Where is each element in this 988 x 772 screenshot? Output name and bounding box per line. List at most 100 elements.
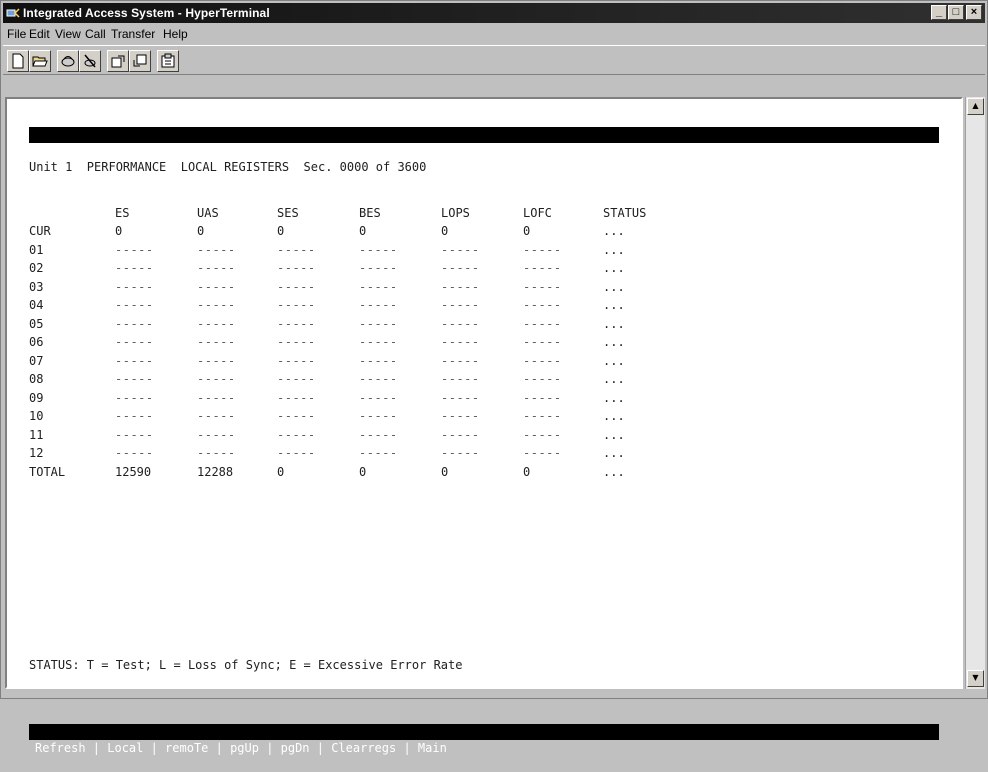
cell-lofc: 0 <box>523 224 531 238</box>
cell-ses: ----- <box>277 353 316 368</box>
cell-bes: 0 <box>359 464 367 479</box>
row-label: TOTAL <box>29 464 66 479</box>
cell-status: ... <box>603 427 625 442</box>
column-header-lops: LOPS <box>441 206 470 220</box>
menu-file[interactable]: File <box>7 27 26 41</box>
cell-es: ----- <box>115 372 154 386</box>
menu-edit[interactable]: Edit <box>29 27 50 41</box>
cell-es: ----- <box>115 335 154 349</box>
cell-status: ... <box>603 279 625 294</box>
vertical-scrollbar[interactable]: ▲ ▼ <box>965 97 985 689</box>
cell-es: ----- <box>115 427 154 442</box>
hyperterminal-window: Integrated Access System - HyperTerminal… <box>0 0 988 755</box>
cell-lofc: ----- <box>523 316 562 331</box>
cell-bes: ----- <box>359 261 398 275</box>
row-label: CUR <box>29 224 51 238</box>
title-bar[interactable]: Integrated Access System - HyperTerminal… <box>3 3 985 23</box>
properties-icon[interactable] <box>157 50 179 72</box>
performance-heading: Unit 1 PERFORMANCE LOCAL REGISTERS Sec. … <box>29 160 427 174</box>
row-label: 11 <box>29 427 44 442</box>
cell-bes: ----- <box>359 242 398 257</box>
cell-es: ----- <box>115 446 154 460</box>
cell-lofc: 0 <box>523 464 531 479</box>
cell-lofc: ----- <box>523 372 562 386</box>
row-label: 10 <box>29 409 44 423</box>
cell-ses: ----- <box>277 409 316 423</box>
command-bar-options[interactable]: Refresh | Local | remoTe | pgUp | pgDn |… <box>35 740 447 756</box>
column-header-es: ES <box>115 206 130 220</box>
hyperterminal-app-icon[interactable] <box>6 6 20 20</box>
menu-call[interactable]: Call <box>85 27 106 41</box>
close-button[interactable]: × <box>966 5 982 20</box>
row-label: 05 <box>29 316 44 331</box>
cell-uas: ----- <box>197 353 236 368</box>
cell-status: ... <box>603 446 625 460</box>
cell-uas: ----- <box>197 446 236 460</box>
cell-es: ----- <box>115 390 154 405</box>
cell-ses: ----- <box>277 446 316 460</box>
maximize-button[interactable]: □ <box>948 5 964 20</box>
cell-status: ... <box>603 335 625 349</box>
row-label: 03 <box>29 279 44 294</box>
open-icon[interactable] <box>29 50 51 72</box>
minimize-button[interactable]: _ <box>931 5 947 20</box>
cell-bes: ----- <box>359 279 398 294</box>
status-system: unknown <box>35 144 86 158</box>
column-header-bes: BES <box>359 206 381 220</box>
column-header-status: STATUS <box>603 206 647 220</box>
row-label: 01 <box>29 242 44 257</box>
cell-lops: ----- <box>441 372 480 386</box>
cell-lofc: ----- <box>523 409 562 423</box>
cell-lofc: ----- <box>523 446 562 460</box>
cell-ses: ----- <box>277 335 316 349</box>
cell-status: ... <box>603 464 625 479</box>
send-icon[interactable] <box>107 50 129 72</box>
cell-lofc: ----- <box>523 390 562 405</box>
row-label: 12 <box>29 446 44 460</box>
cell-ses: ----- <box>277 261 316 275</box>
cell-lops: ----- <box>441 353 480 368</box>
cell-es: ----- <box>115 316 154 331</box>
cell-uas: ----- <box>197 390 236 405</box>
cell-es: ----- <box>115 261 154 275</box>
cell-status: ... <box>603 409 625 423</box>
cell-uas: ----- <box>197 335 236 349</box>
menu-view[interactable]: View <box>55 27 81 41</box>
cell-lofc: ----- <box>523 335 562 349</box>
receive-icon[interactable] <box>129 50 151 72</box>
cell-status: ... <box>603 353 625 368</box>
terminal-screen[interactable]: unknown | P2/U2 HSU-366x2 Rev A0-0 Ser 0… <box>5 97 963 755</box>
cell-lofc: ----- <box>523 279 562 294</box>
cell-status: ... <box>603 390 625 405</box>
disconnect-icon[interactable] <box>79 50 101 72</box>
cell-lops: ----- <box>441 261 480 275</box>
cell-uas: ----- <box>197 261 236 275</box>
cell-bes: ----- <box>359 446 398 460</box>
cell-es: ----- <box>115 298 154 312</box>
cell-status: ... <box>603 242 625 257</box>
cell-lofc: ----- <box>523 242 562 257</box>
cell-uas: ----- <box>197 298 236 312</box>
cell-uas: ----- <box>197 427 236 442</box>
cell-bes: 0 <box>359 224 367 238</box>
scroll-up-icon[interactable]: ▲ <box>967 98 984 115</box>
cell-bes: ----- <box>359 390 398 405</box>
column-header-lofc: LOFC <box>523 206 552 220</box>
scroll-down-icon[interactable]: ▼ <box>967 670 984 687</box>
status-datetime: 10-04-99 17:53 <box>785 224 887 238</box>
cell-uas: ----- <box>197 409 236 423</box>
cell-lops: ----- <box>441 390 480 405</box>
cell-ses: 0 <box>277 464 285 479</box>
menu-help[interactable]: Help <box>163 27 188 41</box>
cell-lofc: ----- <box>523 261 562 275</box>
new-icon[interactable] <box>7 50 29 72</box>
cell-uas: ----- <box>197 242 236 257</box>
cell-status: ... <box>603 316 625 331</box>
connect-icon[interactable] <box>57 50 79 72</box>
cell-bes: ----- <box>359 353 398 368</box>
cell-uas: 0 <box>197 224 205 238</box>
cell-ses: ----- <box>277 316 316 331</box>
cell-lops: ----- <box>441 409 480 423</box>
menu-transfer[interactable]: Transfer <box>111 27 155 41</box>
cell-lops: ----- <box>441 279 480 294</box>
